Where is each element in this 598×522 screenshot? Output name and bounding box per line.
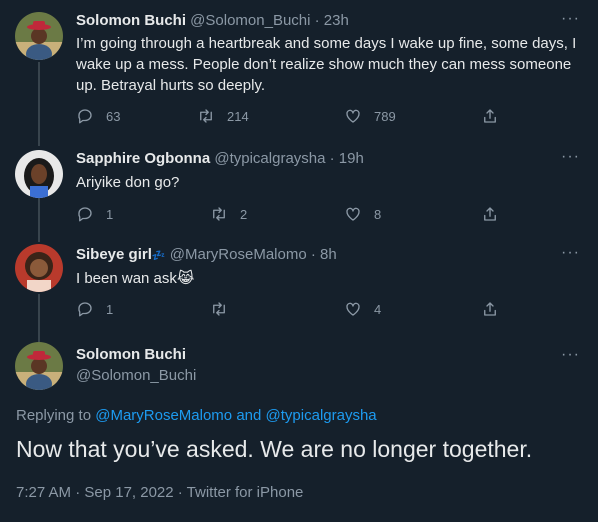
tweet-header: Sibeye girl💤 @MaryRoseMalomo · 8h xyxy=(76,246,337,263)
tweet[interactable]: Sibeye girl💤 @MaryRoseMalomo · 8h ··· I … xyxy=(0,234,598,330)
replying-and[interactable]: and xyxy=(236,407,261,424)
retweet-icon xyxy=(213,207,225,221)
reply-icon xyxy=(78,302,92,317)
reply-count: 63 xyxy=(106,108,121,124)
tweet-actions: 63 214 789 xyxy=(76,107,506,127)
author-handle-row: @Solomon_Buchi xyxy=(76,367,196,384)
focused-tweet-text: Now that you’ve asked. We are no longer … xyxy=(16,436,533,462)
avatar[interactable] xyxy=(15,342,63,390)
tweet-header: Solomon Buchi @Solomon_Buchi · 23h xyxy=(76,12,349,29)
author-handle[interactable]: @Solomon_Buchi xyxy=(76,367,196,384)
share-icon xyxy=(484,302,496,316)
tweet-actions: 1 4 xyxy=(76,300,506,320)
author-name-row: Solomon Buchi xyxy=(76,346,186,363)
tweet-text: I’m going through a heartbreak and some … xyxy=(76,35,577,94)
timestamp[interactable]: · 8h xyxy=(311,246,337,263)
heart-icon xyxy=(346,207,360,221)
more-options-icon[interactable]: ··· xyxy=(561,148,580,166)
tweet-actions: 1 2 8 xyxy=(76,205,506,225)
retweet-button[interactable] xyxy=(210,300,228,318)
more-options-icon[interactable]: ··· xyxy=(561,346,580,364)
reply-button[interactable]: 1 xyxy=(76,300,113,318)
share-icon xyxy=(484,109,496,123)
reply-icon xyxy=(78,207,92,222)
more-options-icon[interactable]: ··· xyxy=(561,10,580,28)
share-button[interactable] xyxy=(481,205,499,223)
avatar[interactable] xyxy=(15,244,63,292)
author-handle[interactable]: @MaryRoseMalomo xyxy=(170,246,307,263)
author-handle[interactable]: @Solomon_Buchi xyxy=(190,12,310,29)
tweet-meta[interactable]: 7:27 AM · Sep 17, 2022 · Twitter for iPh… xyxy=(16,484,303,501)
mention-link[interactable]: @typicalgraysha xyxy=(266,407,377,424)
reply-icon xyxy=(78,109,92,124)
like-button[interactable]: 4 xyxy=(344,300,381,318)
retweet-count: 214 xyxy=(227,108,249,124)
retweet-count: 2 xyxy=(240,206,248,222)
reply-count: 1 xyxy=(106,301,114,317)
timestamp[interactable]: · 23h xyxy=(315,12,349,29)
avatar[interactable] xyxy=(15,150,63,198)
more-options-icon[interactable]: ··· xyxy=(561,244,580,262)
like-count: 789 xyxy=(374,108,396,124)
author-handle[interactable]: @typicalgraysha xyxy=(214,150,325,167)
tweet-header: Sapphire Ogbonna @typicalgraysha · 19h xyxy=(76,150,364,167)
author-name[interactable]: Sibeye girl xyxy=(76,246,152,263)
retweet-icon xyxy=(213,302,225,316)
tweet[interactable]: Sapphire Ogbonna @typicalgraysha · 19h ·… xyxy=(0,142,598,234)
tweet-text: I been wan ask😹 xyxy=(76,270,195,287)
avatar[interactable] xyxy=(15,12,63,60)
replying-to: Replying to @MaryRoseMalomo and @typical… xyxy=(16,407,377,424)
tweet-text: Ariyike don go? xyxy=(76,174,180,191)
heart-icon xyxy=(346,109,360,123)
like-count: 4 xyxy=(374,301,382,317)
author-name[interactable]: Solomon Buchi xyxy=(76,346,186,363)
share-button[interactable] xyxy=(481,107,499,125)
retweet-button[interactable]: 2 xyxy=(210,205,247,223)
retweet-icon xyxy=(200,109,212,123)
reply-button[interactable]: 63 xyxy=(76,107,120,125)
share-icon xyxy=(484,207,496,221)
reply-count: 1 xyxy=(106,206,114,222)
mention-link[interactable]: @MaryRoseMalomo xyxy=(95,407,232,424)
like-button[interactable]: 8 xyxy=(344,205,381,223)
retweet-button[interactable]: 214 xyxy=(197,107,249,125)
author-name[interactable]: Solomon Buchi xyxy=(76,12,186,29)
replying-prefix: Replying to xyxy=(16,407,92,424)
share-button[interactable] xyxy=(481,300,499,318)
timestamp[interactable]: · 19h xyxy=(330,150,364,167)
sleeping-emoji: 💤 xyxy=(151,250,166,262)
heart-icon xyxy=(346,302,360,316)
tweet[interactable]: Solomon Buchi @Solomon_Buchi · 23h ··· I… xyxy=(0,0,598,142)
like-count: 8 xyxy=(374,206,382,222)
reply-button[interactable]: 1 xyxy=(76,205,113,223)
author-name[interactable]: Sapphire Ogbonna xyxy=(76,150,210,167)
like-button[interactable]: 789 xyxy=(344,107,396,125)
